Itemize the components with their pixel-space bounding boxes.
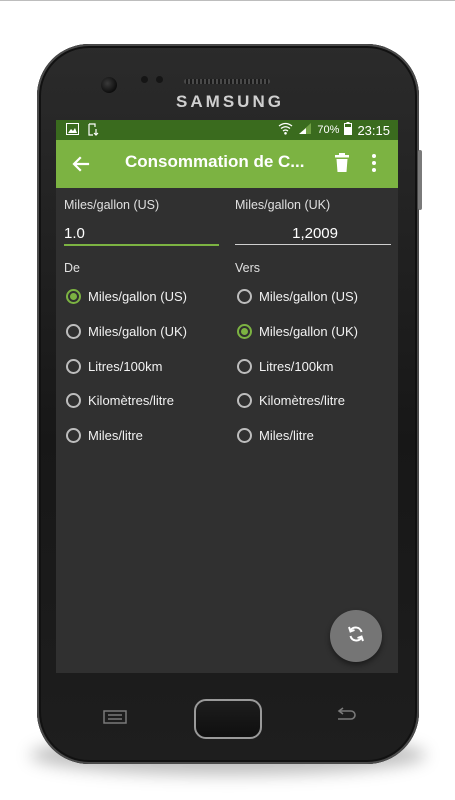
to-section-label: Vers <box>235 261 261 275</box>
from-option-label: Litres/100km <box>88 358 163 374</box>
to-value-input[interactable] <box>235 220 338 246</box>
page-title: Consommation de C... <box>125 152 305 171</box>
clock: 23:15 <box>357 122 390 138</box>
radio-unchecked-icon[interactable] <box>237 427 252 443</box>
menu-key-icon[interactable] <box>103 710 127 724</box>
radio-unchecked-icon[interactable] <box>237 358 252 374</box>
to-option-label: Miles/gallon (UK) <box>259 323 358 339</box>
radio-unchecked-icon[interactable] <box>66 427 81 443</box>
to-option-label: Miles/litre <box>259 427 314 443</box>
from-option-label: Kilomètres/litre <box>88 392 174 408</box>
to-option-mpg-uk[interactable]: Miles/gallon (UK) <box>237 321 358 341</box>
more-vertical-icon[interactable] <box>368 152 380 174</box>
swap-refresh-icon <box>346 624 366 649</box>
from-option-km-l[interactable]: Kilomètres/litre <box>66 390 174 410</box>
to-option-km-l[interactable]: Kilomètres/litre <box>237 390 345 410</box>
light-sensor <box>156 76 163 83</box>
swap-units-button[interactable] <box>330 610 382 662</box>
radio-checked-icon[interactable] <box>66 288 81 304</box>
to-option-mpg-us[interactable]: Miles/gallon (US) <box>237 286 358 306</box>
download-icon <box>87 123 100 139</box>
wifi-icon <box>278 122 293 138</box>
from-option-mpg-uk[interactable]: Miles/gallon (UK) <box>66 321 187 341</box>
image-icon <box>66 123 79 139</box>
earpiece-speaker <box>184 79 270 84</box>
top-border <box>0 0 455 1</box>
to-option-label: Miles/gallon (US) <box>259 288 358 304</box>
radio-unchecked-icon[interactable] <box>237 288 252 304</box>
from-option-label: Miles/litre <box>88 427 143 443</box>
to-option-l-100km[interactable]: Litres/100km <box>237 356 333 376</box>
proximity-sensor <box>141 76 148 83</box>
to-option-label: Kilomètres/litre <box>259 392 345 408</box>
status-bar: 70% 23:15 <box>56 120 398 140</box>
home-button[interactable] <box>194 699 262 739</box>
app-toolbar: Consommation de C... <box>56 140 398 188</box>
from-option-label: Miles/gallon (US) <box>88 288 187 304</box>
from-option-label: Miles/gallon (UK) <box>88 323 187 339</box>
brand-logo: SAMSUNG <box>176 92 284 111</box>
from-option-mpg-us[interactable]: Miles/gallon (US) <box>66 286 187 306</box>
to-input-underline <box>235 244 391 245</box>
to-option-label: Litres/100km <box>259 358 334 374</box>
arrow-back-icon[interactable] <box>70 153 92 175</box>
radio-unchecked-icon[interactable] <box>237 392 252 408</box>
screen: 70% 23:15 Consommation de C... Miles/gal… <box>56 120 398 673</box>
signal-icon <box>298 122 312 138</box>
back-key-icon[interactable] <box>334 707 358 725</box>
from-field-label: Miles/gallon (US) <box>64 198 160 212</box>
radio-unchecked-icon[interactable] <box>66 358 81 374</box>
to-option-miles-litre[interactable]: Miles/litre <box>237 425 314 445</box>
from-value-input[interactable] <box>64 220 219 246</box>
volume-button <box>418 150 422 210</box>
trash-icon[interactable] <box>332 152 352 174</box>
to-field-label: Miles/gallon (UK) <box>235 198 331 212</box>
from-input-underline <box>64 244 219 246</box>
battery-percent: 70% <box>317 124 340 136</box>
radio-unchecked-icon[interactable] <box>66 392 81 408</box>
from-option-miles-litre[interactable]: Miles/litre <box>66 425 143 445</box>
radio-unchecked-icon[interactable] <box>66 323 81 339</box>
battery-icon <box>344 122 353 138</box>
radio-checked-icon[interactable] <box>237 323 252 339</box>
from-section-label: De <box>64 261 80 275</box>
front-camera <box>101 77 117 93</box>
from-option-l-100km[interactable]: Litres/100km <box>66 356 162 376</box>
